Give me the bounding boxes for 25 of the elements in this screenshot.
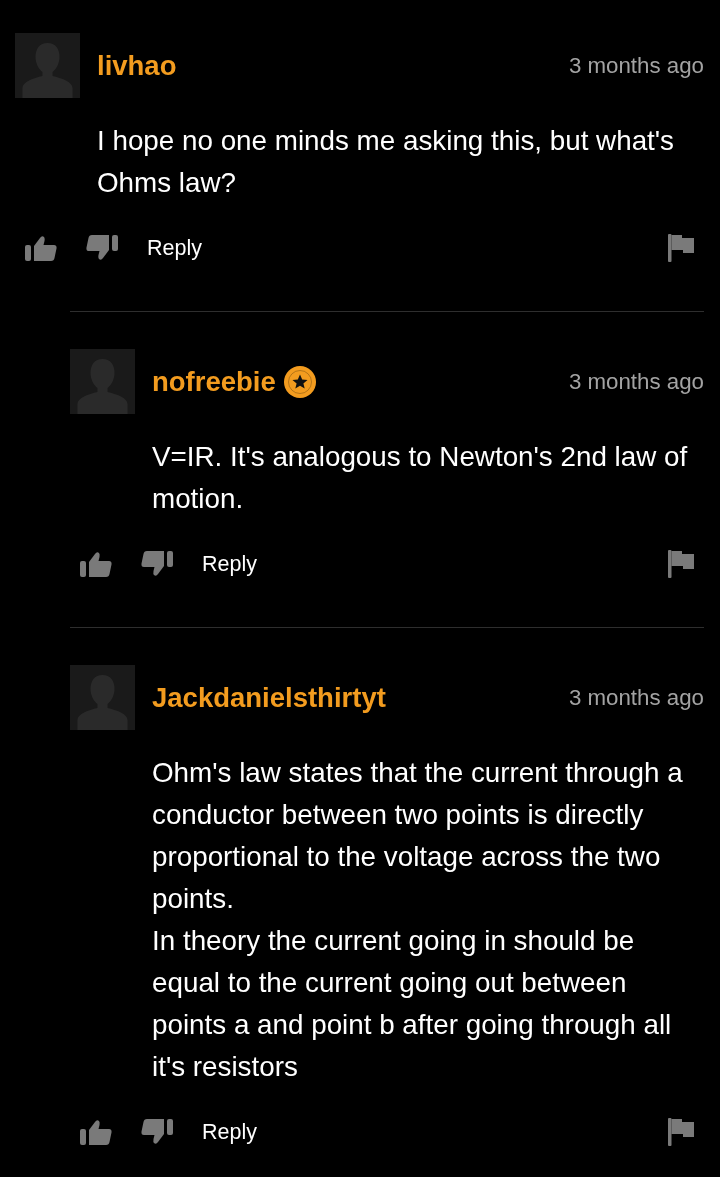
comment-text: I hope no one minds me asking this, but what's Ohms law? <box>97 124 676 200</box>
flag-icon[interactable] <box>668 1118 694 1146</box>
reply-button[interactable]: Reply <box>202 1118 257 1146</box>
reply-button[interactable]: Reply <box>202 550 257 578</box>
timestamp: 3 months ago <box>568 368 704 395</box>
thumbs-down-icon[interactable] <box>140 551 173 577</box>
username[interactable]: nofreebie <box>152 365 276 398</box>
reply-button[interactable]: Reply <box>147 234 202 262</box>
thumbs-down-icon[interactable] <box>140 1119 173 1145</box>
thumbs-up-icon[interactable] <box>80 1119 112 1145</box>
thumbs-down-icon[interactable] <box>85 235 118 261</box>
username[interactable]: livhao <box>97 49 177 82</box>
comment-text: Ohm's law states that the current through a conductor between two points is directly proportional to the voltage across the two points. <box>152 756 684 916</box>
user-silhouette-icon <box>70 349 135 414</box>
timestamp: 3 months ago <box>568 684 704 711</box>
flag-icon[interactable] <box>668 234 694 262</box>
thumbs-up-icon[interactable] <box>25 235 57 261</box>
user-silhouette-icon <box>15 33 80 98</box>
timestamp: 3 months ago <box>568 52 704 79</box>
username[interactable]: Jackdanielsthirtyt <box>152 681 386 714</box>
user-silhouette-icon <box>70 665 135 730</box>
thumbs-up-icon[interactable] <box>80 551 112 577</box>
comment-text: In theory the current going in should be equal to the current going out between points a and point b after going through all it's resistors <box>152 924 673 1084</box>
flag-icon[interactable] <box>668 550 694 578</box>
comment-text: V=IR. It's analogous to Newton's 2nd law of motion. <box>152 440 689 516</box>
